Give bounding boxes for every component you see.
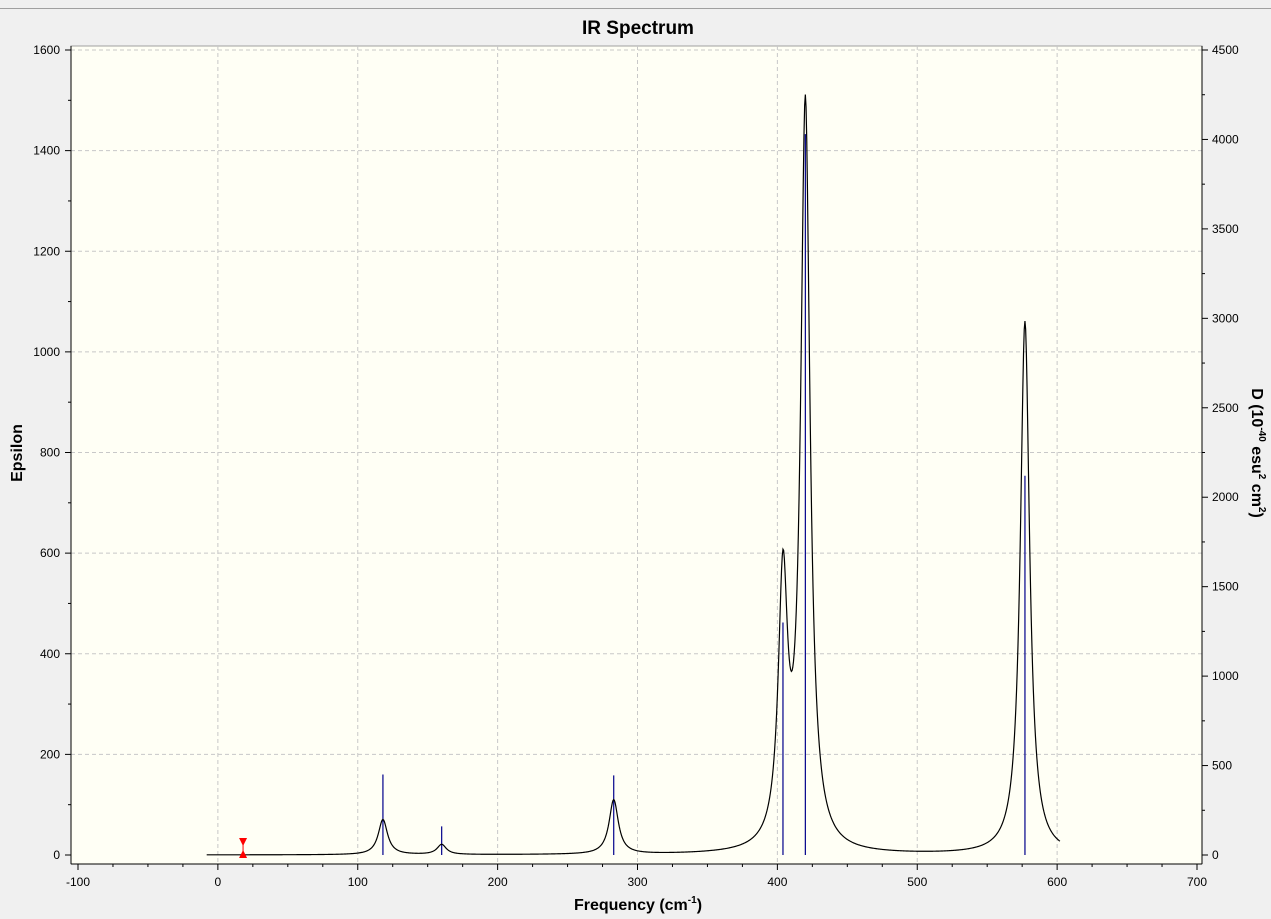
x-tick-label: -100 xyxy=(66,875,90,889)
x-tick-label: 500 xyxy=(907,875,927,889)
y-right-tick-label: 3000 xyxy=(1212,311,1239,325)
ir-spectrum-chart: -100 0 100 200 300 400 500 600 700 0 200 400 600 800 1… xyxy=(9,18,1267,914)
y-right-title-p2: esu xyxy=(1248,442,1265,474)
x-tick-label: 300 xyxy=(627,875,647,889)
y-left-tick-label: 0 xyxy=(53,848,60,862)
y-right-tick-label: 1500 xyxy=(1212,580,1239,594)
x-tick-label: 0 xyxy=(215,875,222,889)
x-axis-title-end: ) xyxy=(697,897,702,914)
y-right-tick-label: 4000 xyxy=(1212,132,1239,146)
x-axis-title-base: Frequency (cm xyxy=(574,897,688,914)
y-left-tick-label: 600 xyxy=(40,546,60,560)
y-left-tick-label: 1000 xyxy=(33,345,60,359)
x-axis-title: Frequency (cm-1) xyxy=(574,895,702,914)
y-left-tick-label: 1600 xyxy=(33,43,60,57)
y-right-tick-label: 4500 xyxy=(1212,43,1239,57)
y-right-title-p0: D (10 xyxy=(1248,388,1265,427)
y-left-tick-label: 400 xyxy=(40,647,60,661)
y-left-tick-label: 200 xyxy=(40,747,60,761)
chart-title: IR Spectrum xyxy=(582,18,694,39)
y-right-tick-label: 500 xyxy=(1212,759,1232,773)
y-left-tick-label: 800 xyxy=(40,446,60,460)
x-tick-label: 100 xyxy=(348,875,368,889)
y-left-tick-label: 1200 xyxy=(33,244,60,258)
plot-area xyxy=(70,45,1203,865)
y-left-tick-label: 1400 xyxy=(33,144,60,158)
y-left-axis-title: Epsilon xyxy=(9,424,26,482)
y-right-axis-title: D (10-40 esu2 cm2) xyxy=(1248,388,1267,518)
x-tick-label: 400 xyxy=(767,875,787,889)
y-right-tick-label: 2500 xyxy=(1212,401,1239,415)
y-right-tick-label: 3500 xyxy=(1212,222,1239,236)
y-right-title-p4: cm xyxy=(1248,479,1265,507)
y-right-title-p1: -40 xyxy=(1256,427,1267,442)
x-tick-label: 200 xyxy=(488,875,508,889)
y-right-title-p6: ) xyxy=(1248,512,1265,517)
y-right-tick-label: 2000 xyxy=(1212,490,1239,504)
x-tick-label: 600 xyxy=(1047,875,1067,889)
x-tick-label: 700 xyxy=(1187,875,1207,889)
y-right-tick-label: 1000 xyxy=(1212,669,1239,683)
y-right-tick-label: 0 xyxy=(1212,848,1219,862)
